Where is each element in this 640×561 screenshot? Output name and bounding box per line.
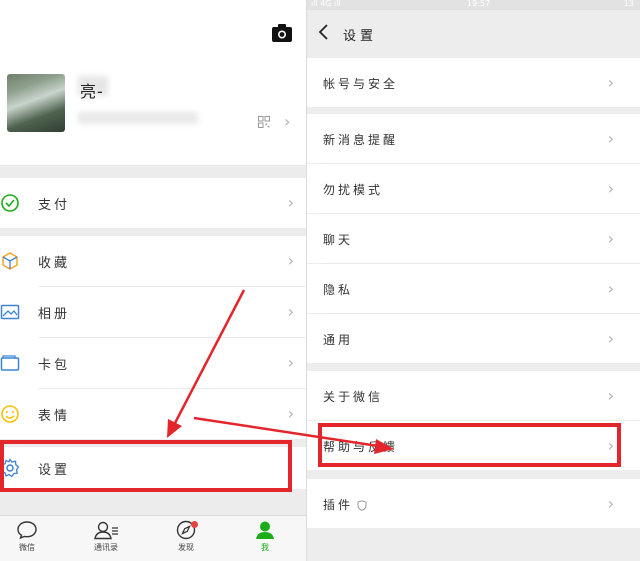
menu-item-emoji[interactable]: 表情 › bbox=[0, 389, 306, 439]
nav-bar: 设置 bbox=[307, 10, 640, 56]
settings-item-label: 插件 bbox=[323, 496, 367, 513]
menu-item-card-wallet[interactable]: 卡包 › bbox=[0, 338, 306, 388]
settings-item-label: 通用 bbox=[323, 333, 354, 347]
tab-contacts[interactable]: 通讯录 bbox=[76, 520, 136, 553]
page-title: 设置 bbox=[343, 29, 378, 44]
new-badge-dot bbox=[191, 521, 198, 528]
status-time: 19:57 bbox=[467, 0, 491, 8]
settings-item-label: 关于微信 bbox=[323, 390, 384, 404]
chevron-right-icon: › bbox=[287, 302, 294, 321]
settings-item-label: 勿扰模式 bbox=[323, 183, 384, 197]
settings-item-account-security[interactable]: 帐号与安全 › bbox=[307, 58, 640, 107]
section-gap bbox=[0, 489, 306, 515]
tab-label: 我 bbox=[261, 543, 269, 552]
menu-item-pay[interactable]: 支付 › bbox=[0, 178, 306, 228]
settings-item-plugins[interactable]: 插件 › bbox=[307, 479, 640, 528]
chevron-right-icon: › bbox=[287, 353, 294, 372]
signal-indicator: ıll 4G ıll bbox=[311, 0, 341, 8]
battery-level: 13 bbox=[623, 0, 634, 8]
back-chevron-icon[interactable] bbox=[317, 23, 331, 41]
settings-item-label: 聊天 bbox=[323, 233, 354, 247]
nickname: 亮- bbox=[80, 82, 104, 101]
menu-item-album[interactable]: 相册 › bbox=[0, 287, 306, 337]
chevron-right-icon: › bbox=[287, 251, 294, 270]
emoji-icon bbox=[1, 405, 19, 423]
menu-item-label: 收藏 bbox=[38, 256, 71, 271]
chevron-right-icon: › bbox=[607, 329, 614, 348]
qr-code-icon[interactable] bbox=[258, 116, 270, 128]
profile-header[interactable]: 亮- › bbox=[0, 0, 306, 165]
chevron-right-icon: › bbox=[607, 494, 614, 513]
settings-item-general[interactable]: 通用 › bbox=[307, 314, 640, 363]
settings-item-do-not-disturb[interactable]: 勿扰模式 › bbox=[307, 164, 640, 213]
section-gap bbox=[0, 165, 306, 178]
chevron-right-icon: › bbox=[287, 404, 294, 423]
tab-label: 微信 bbox=[19, 543, 35, 552]
menu-item-label: 卡包 bbox=[38, 358, 71, 373]
settings-item-privacy[interactable]: 隐私 › bbox=[307, 264, 640, 313]
chat-bubble-icon bbox=[17, 521, 37, 540]
camera-icon[interactable] bbox=[272, 24, 292, 42]
settings-page: ıll 4G ıll 19:57 13 设置 帐号与安全 › 新消息提醒 › 勿… bbox=[307, 0, 640, 561]
album-icon bbox=[0, 304, 20, 320]
bottom-tab-bar: 微信 通讯录 发现 我 bbox=[0, 515, 306, 561]
highlight-box-settings bbox=[0, 440, 292, 492]
me-person-icon bbox=[256, 521, 274, 539]
menu-item-label: 支付 bbox=[38, 198, 71, 213]
tab-discover[interactable]: 发现 bbox=[156, 520, 216, 553]
menu-item-favorites[interactable]: 收藏 › bbox=[0, 236, 306, 286]
settings-item-label: 新消息提醒 bbox=[323, 133, 399, 147]
avatar[interactable] bbox=[7, 74, 65, 132]
pay-icon bbox=[1, 194, 19, 212]
settings-item-chats[interactable]: 聊天 › bbox=[307, 214, 640, 263]
chevron-right-icon: › bbox=[284, 112, 291, 131]
settings-item-label: 帐号与安全 bbox=[323, 77, 399, 91]
highlight-box-help-feedback bbox=[318, 423, 621, 467]
favorites-cube-icon bbox=[2, 252, 18, 270]
contacts-icon bbox=[94, 521, 118, 540]
card-wallet-icon bbox=[0, 355, 20, 371]
tab-me[interactable]: 我 bbox=[235, 520, 295, 553]
settings-item-label: 隐私 bbox=[323, 283, 354, 297]
chevron-right-icon: › bbox=[607, 73, 614, 92]
tab-label: 发现 bbox=[178, 543, 194, 552]
shield-icon bbox=[357, 500, 367, 511]
settings-item-label-text: 插件 bbox=[323, 498, 354, 512]
chevron-right-icon: › bbox=[607, 129, 614, 148]
chevron-right-icon: › bbox=[607, 179, 614, 198]
menu-item-label: 表情 bbox=[38, 409, 71, 424]
chevron-right-icon: › bbox=[607, 229, 614, 248]
chevron-right-icon: › bbox=[607, 279, 614, 298]
menu-item-label: 相册 bbox=[38, 307, 71, 322]
tab-chats[interactable]: 微信 bbox=[0, 520, 57, 553]
chevron-right-icon: › bbox=[607, 386, 614, 405]
chevron-right-icon: › bbox=[287, 193, 294, 212]
settings-item-about[interactable]: 关于微信 › bbox=[307, 371, 640, 420]
settings-item-new-message-alerts[interactable]: 新消息提醒 › bbox=[307, 114, 640, 163]
tab-label: 通讯录 bbox=[94, 543, 118, 552]
section-gap bbox=[0, 228, 306, 236]
status-bar: ıll 4G ıll 19:57 13 bbox=[307, 0, 640, 10]
wechat-id-blurred bbox=[78, 112, 198, 124]
